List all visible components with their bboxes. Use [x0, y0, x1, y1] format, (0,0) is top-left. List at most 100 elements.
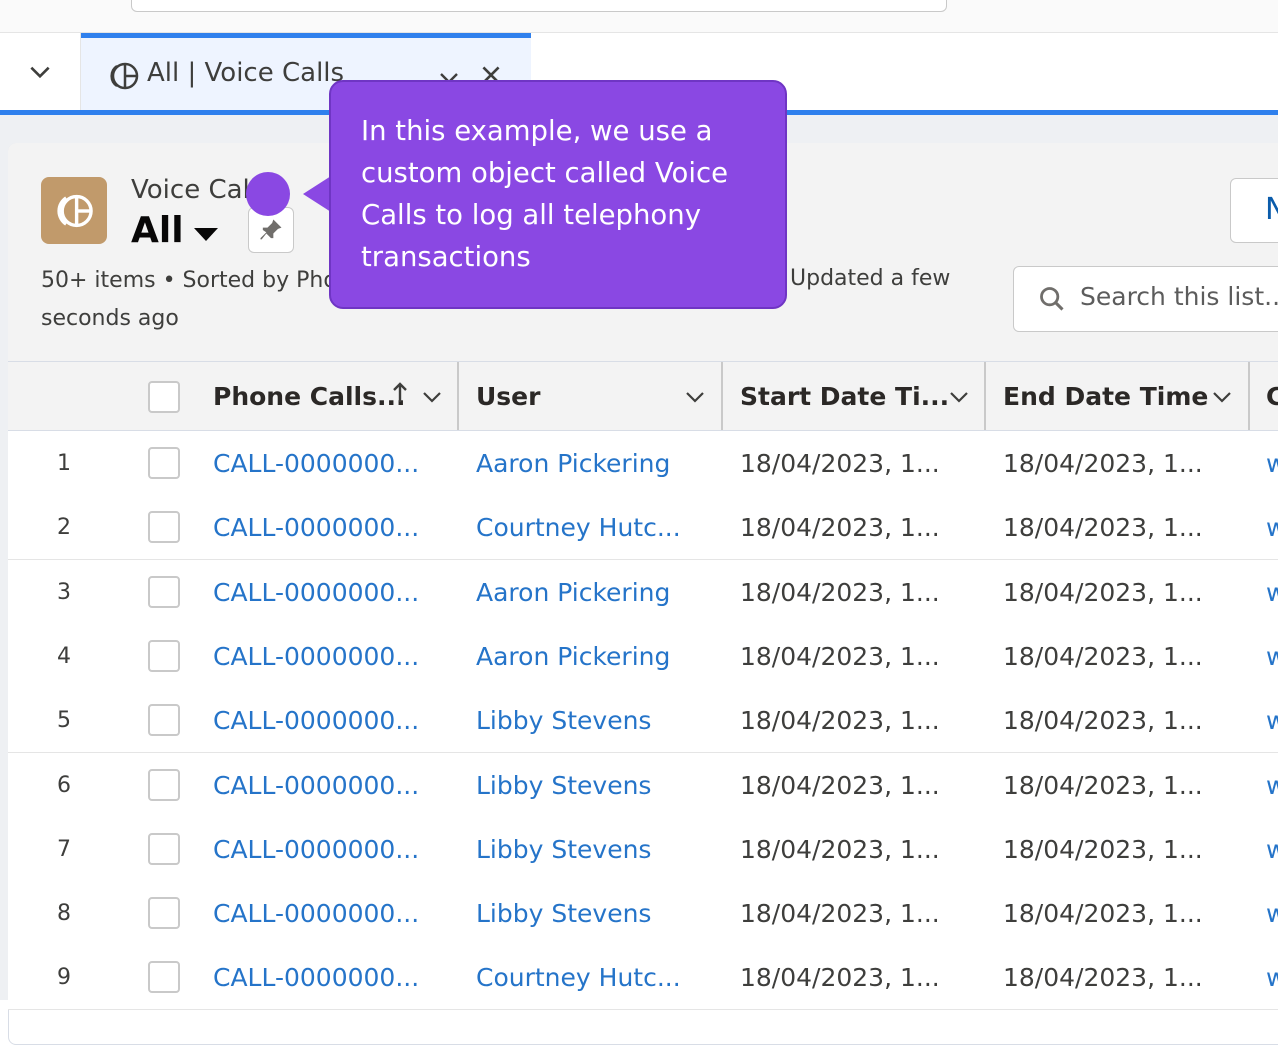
column-divider[interactable]: [984, 362, 986, 430]
partial-column-link[interactable]: w: [1266, 578, 1278, 607]
call-record-link[interactable]: CALL-0000000...: [213, 963, 419, 992]
row-checkbox[interactable]: [148, 833, 180, 865]
chevron-down-icon[interactable]: [420, 385, 444, 409]
column-header-start-date-time[interactable]: Start Date Ti...: [740, 362, 949, 430]
table-row[interactable]: 8 CALL-0000000... Libby Stevens 18/04/2023,…: [8, 881, 1278, 946]
partial-column-link[interactable]: w: [1266, 642, 1278, 671]
callout-pointer: [303, 176, 331, 212]
start-date-time: 18/04/2023, 1...: [740, 835, 940, 864]
partial-column-link[interactable]: w: [1266, 449, 1278, 478]
end-date-time: 18/04/2023, 1...: [1003, 706, 1203, 735]
call-record-link[interactable]: CALL-0000000...: [213, 835, 419, 864]
caret-down-icon[interactable]: [194, 228, 218, 241]
row-checkbox[interactable]: [148, 704, 180, 736]
call-record-link[interactable]: CALL-0000000...: [213, 449, 419, 478]
select-all-checkbox[interactable]: [148, 381, 180, 413]
user-link[interactable]: Aaron Pickering: [476, 449, 670, 478]
row-checkbox[interactable]: [148, 961, 180, 993]
user-link[interactable]: Courtney Hutc...: [476, 513, 681, 542]
table-row[interactable]: 6 CALL-0000000... Libby Stevens 18/04/2023,…: [8, 753, 1278, 818]
start-date-time: 18/04/2023, 1...: [740, 899, 940, 928]
user-link[interactable]: Aaron Pickering: [476, 578, 670, 607]
call-record-link[interactable]: CALL-0000000...: [213, 771, 419, 800]
walkthrough-callout: In this example, we use a custom object …: [329, 80, 787, 309]
row-number: 6: [57, 773, 71, 798]
end-date-time: 18/04/2023, 1...: [1003, 899, 1203, 928]
voice-call-object-icon: [41, 177, 107, 244]
start-date-time: 18/04/2023, 1...: [740, 771, 940, 800]
call-record-link[interactable]: CALL-0000000...: [213, 706, 419, 735]
partial-column-link[interactable]: w: [1266, 771, 1278, 800]
phone-call-icon: [57, 194, 93, 227]
table-row[interactable]: 3 CALL-0000000... Aaron Pickering 18/04/202…: [8, 560, 1278, 625]
start-date-time: 18/04/2023, 1...: [740, 963, 940, 992]
partial-column-link[interactable]: w: [1266, 963, 1278, 992]
column-divider[interactable]: [1248, 362, 1250, 430]
row-checkbox[interactable]: [148, 576, 180, 608]
user-link[interactable]: Aaron Pickering: [476, 642, 670, 671]
column-header-end-date-time[interactable]: End Date Time: [1003, 362, 1208, 430]
end-date-time: 18/04/2023, 1...: [1003, 963, 1203, 992]
user-link[interactable]: Libby Stevens: [476, 706, 651, 735]
sort-ascending-icon[interactable]: [391, 381, 409, 405]
walkthrough-hotspot[interactable]: [246, 172, 290, 216]
partial-column-link[interactable]: w: [1266, 513, 1278, 542]
end-date-time: 18/04/2023, 1...: [1003, 642, 1203, 671]
chevron-down-icon[interactable]: [1210, 385, 1234, 409]
list-view-selector[interactable]: All: [131, 210, 184, 251]
end-date-time: 18/04/2023, 1...: [1003, 513, 1203, 542]
phone-call-icon: [110, 62, 139, 90]
list-meta-line1: 50+ items • Sorted by Pho: [41, 268, 337, 293]
chevron-down-icon[interactable]: [947, 385, 971, 409]
call-record-link[interactable]: CALL-0000000...: [213, 578, 419, 607]
user-link[interactable]: Libby Stevens: [476, 771, 651, 800]
new-record-button-label: N: [1265, 192, 1278, 227]
table-row[interactable]: 1 CALL-0000000... Aaron Pickering 18/04/202…: [8, 431, 1278, 496]
table-row[interactable]: 5 CALL-0000000... Libby Stevens 18/04/2023,…: [8, 688, 1278, 753]
user-link[interactable]: Libby Stevens: [476, 899, 651, 928]
column-header-user[interactable]: User: [476, 362, 540, 430]
search-icon: [1040, 287, 1064, 311]
tab-label: All | Voice Calls: [147, 58, 345, 88]
end-date-time: 18/04/2023, 1...: [1003, 771, 1203, 800]
row-number: 2: [57, 515, 71, 540]
global-search-input[interactable]: [131, 0, 947, 12]
end-date-time: 18/04/2023, 1...: [1003, 835, 1203, 864]
row-checkbox[interactable]: [148, 640, 180, 672]
row-number: 7: [57, 837, 71, 862]
row-number: 4: [57, 644, 71, 669]
start-date-time: 18/04/2023, 1...: [740, 513, 940, 542]
call-record-link[interactable]: CALL-0000000...: [213, 513, 419, 542]
partial-column-link[interactable]: w: [1266, 835, 1278, 864]
list-updated-info: Updated a few: [790, 266, 951, 291]
search-input[interactable]: [1078, 281, 1278, 312]
row-checkbox[interactable]: [148, 447, 180, 479]
call-record-link[interactable]: CALL-0000000...: [213, 899, 419, 928]
list-search-box[interactable]: [1013, 266, 1278, 332]
column-divider[interactable]: [457, 362, 459, 430]
new-record-button[interactable]: N: [1230, 178, 1278, 243]
user-link[interactable]: Courtney Hutc...: [476, 963, 681, 992]
table-row[interactable]: 4 CALL-0000000... Aaron Pickering 18/04/202…: [8, 624, 1278, 689]
table-row[interactable]: 2 CALL-0000000... Courtney Hutc... 18/04/20…: [8, 495, 1278, 560]
list-meta-line2: seconds ago: [41, 306, 179, 331]
user-link[interactable]: Libby Stevens: [476, 835, 651, 864]
partial-column-link[interactable]: w: [1266, 706, 1278, 735]
column-header-partial[interactable]: C: [1266, 362, 1278, 430]
partial-column-link[interactable]: w: [1266, 899, 1278, 928]
row-checkbox[interactable]: [148, 511, 180, 543]
row-checkbox[interactable]: [148, 769, 180, 801]
nav-menu-toggle[interactable]: [0, 33, 81, 111]
table-row[interactable]: 7 CALL-0000000... Libby Stevens 18/04/2023,…: [8, 817, 1278, 882]
column-divider[interactable]: [721, 362, 723, 430]
call-record-link[interactable]: CALL-0000000...: [213, 642, 419, 671]
row-number: 8: [57, 901, 71, 926]
table-row[interactable]: 9 CALL-0000000... Courtney Hutc... 18/04/20…: [8, 945, 1278, 1010]
column-header-phone-calls[interactable]: Phone Calls...: [213, 362, 405, 430]
callout-text: In this example, we use a custom object …: [361, 115, 729, 273]
end-date-time: 18/04/2023, 1...: [1003, 449, 1203, 478]
row-number: 9: [57, 965, 71, 990]
row-number: 5: [57, 708, 71, 733]
row-checkbox[interactable]: [148, 897, 180, 929]
chevron-down-icon[interactable]: [683, 385, 707, 409]
